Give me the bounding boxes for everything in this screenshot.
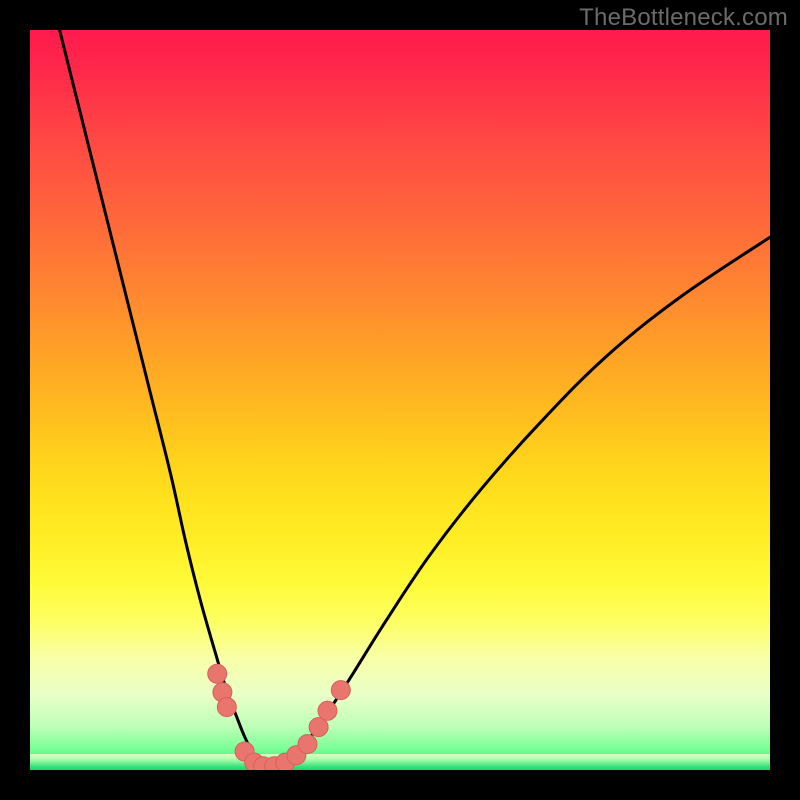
data-point-marker: [318, 701, 337, 720]
curve-layer: [30, 30, 770, 770]
watermark-text: TheBottleneck.com: [579, 4, 788, 32]
plot-area: [30, 30, 770, 770]
data-point-marker: [208, 664, 227, 683]
bottleneck-curve-right-branch: [282, 237, 770, 770]
data-point-marker: [298, 735, 317, 754]
data-point-marker: [217, 698, 236, 717]
bottleneck-curve-left-branch: [60, 30, 267, 770]
data-point-marker: [331, 681, 350, 700]
chart-frame: TheBottleneck.com: [0, 0, 800, 800]
